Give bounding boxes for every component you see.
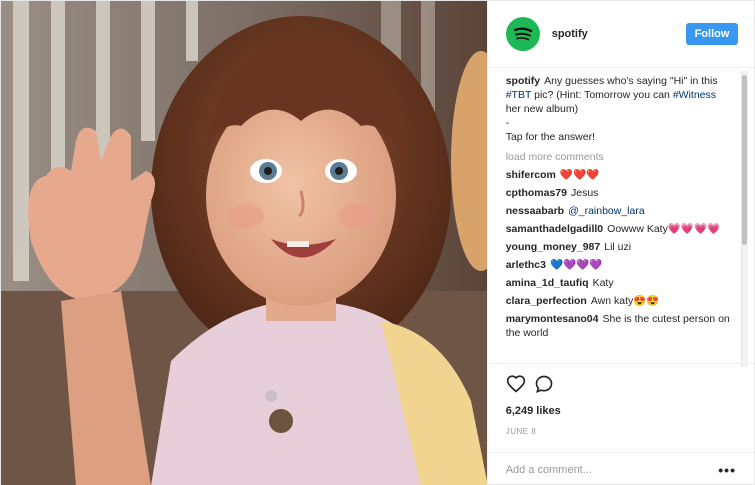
spotify-logo-icon: [513, 27, 532, 41]
comment-username[interactable]: clara_perfection: [506, 295, 587, 307]
comment-mention-link[interactable]: @_rainbow_lara: [568, 205, 645, 217]
comment-icon: [535, 376, 553, 394]
comment-item: arlethc3 💙💜💜💜: [506, 258, 732, 272]
comments-scrollbar[interactable]: [741, 71, 748, 367]
caption: spotify Any guesses who's saying "Hi" in …: [506, 74, 732, 144]
like-button[interactable]: [502, 370, 530, 398]
caption-dash: -: [505, 117, 510, 130]
comment-username[interactable]: shifercom: [506, 169, 556, 181]
comment-item: young_money_987 Lil uzi: [506, 240, 732, 254]
caption-text-2: pic? (Hint: Tomorrow you can: [531, 89, 673, 102]
comment-text: 💙💜💜💜: [549, 259, 603, 272]
comments-list: spotify Any guesses who's saying "Hi" in …: [488, 68, 754, 363]
scrollbar-thumb[interactable]: [742, 75, 747, 245]
comment-item: nessaabarb @_rainbow_lara: [506, 204, 732, 218]
comment-text: Katy: [592, 277, 614, 290]
follow-button[interactable]: Follow: [686, 23, 738, 46]
comment-username[interactable]: cpthomas79: [506, 187, 567, 199]
comment-item: shifercom ❤️❤️❤️: [506, 168, 732, 182]
post-photo[interactable]: [1, 1, 487, 485]
heart-icon: [506, 375, 525, 394]
comment-text: Lil uzi: [604, 241, 632, 254]
load-more-comments-link[interactable]: load more comments: [506, 150, 732, 164]
comment-text: ❤️❤️❤️: [559, 169, 600, 182]
hashtag-tbt[interactable]: #TBT: [506, 89, 531, 101]
comment-item: amina_1d_taufiq Katy: [506, 276, 732, 290]
comment-text: Awn katy😍😍: [590, 295, 660, 308]
comment-button[interactable]: [530, 370, 558, 398]
add-comment-bar: •••: [487, 452, 754, 485]
comment-username[interactable]: nessaabarb: [506, 205, 564, 217]
post-username[interactable]: spotify: [552, 28, 686, 40]
comment-text: Oowww Katy💗💗💗💗: [607, 223, 721, 236]
instagram-post: spotify Follow spotify Any guesses who's …: [0, 0, 755, 485]
caption-text-1: Any guesses who's saying "Hi" in this: [544, 75, 718, 88]
avatar[interactable]: [505, 17, 540, 52]
comment-username[interactable]: samanthadelgadill0: [506, 223, 603, 235]
more-options-icon[interactable]: •••: [718, 462, 736, 478]
comment-item: marymontesano04 She is the cutest person …: [506, 312, 732, 340]
post-header: spotify Follow: [487, 1, 754, 69]
post-date[interactable]: JUNE 8: [488, 421, 754, 445]
likes-count[interactable]: 6,249 likes: [488, 405, 754, 421]
caption-username[interactable]: spotify: [506, 75, 540, 87]
comment-username[interactable]: amina_1d_taufiq: [506, 277, 589, 289]
photo-illustration: [1, 1, 487, 485]
comment-item: samanthadelgadill0 Oowww Katy💗💗💗💗: [506, 222, 732, 236]
comment-item: cpthomas79 Jesus: [506, 186, 732, 200]
caption-tap: Tap for the answer!: [505, 131, 595, 144]
comment-username[interactable]: marymontesano04: [506, 313, 599, 325]
add-comment-input[interactable]: [505, 463, 719, 476]
comment-item: clara_perfection Awn katy😍😍: [506, 294, 732, 308]
comment-username[interactable]: arlethc3: [506, 259, 546, 271]
post-actions: [487, 363, 754, 405]
caption-text-3: her new album): [505, 103, 579, 116]
hashtag-witness[interactable]: #Witness: [673, 89, 716, 101]
comment-text: Jesus: [570, 187, 599, 200]
post-side-panel: spotify Follow spotify Any guesses who's …: [486, 1, 754, 485]
comment-username[interactable]: young_money_987: [506, 241, 601, 253]
